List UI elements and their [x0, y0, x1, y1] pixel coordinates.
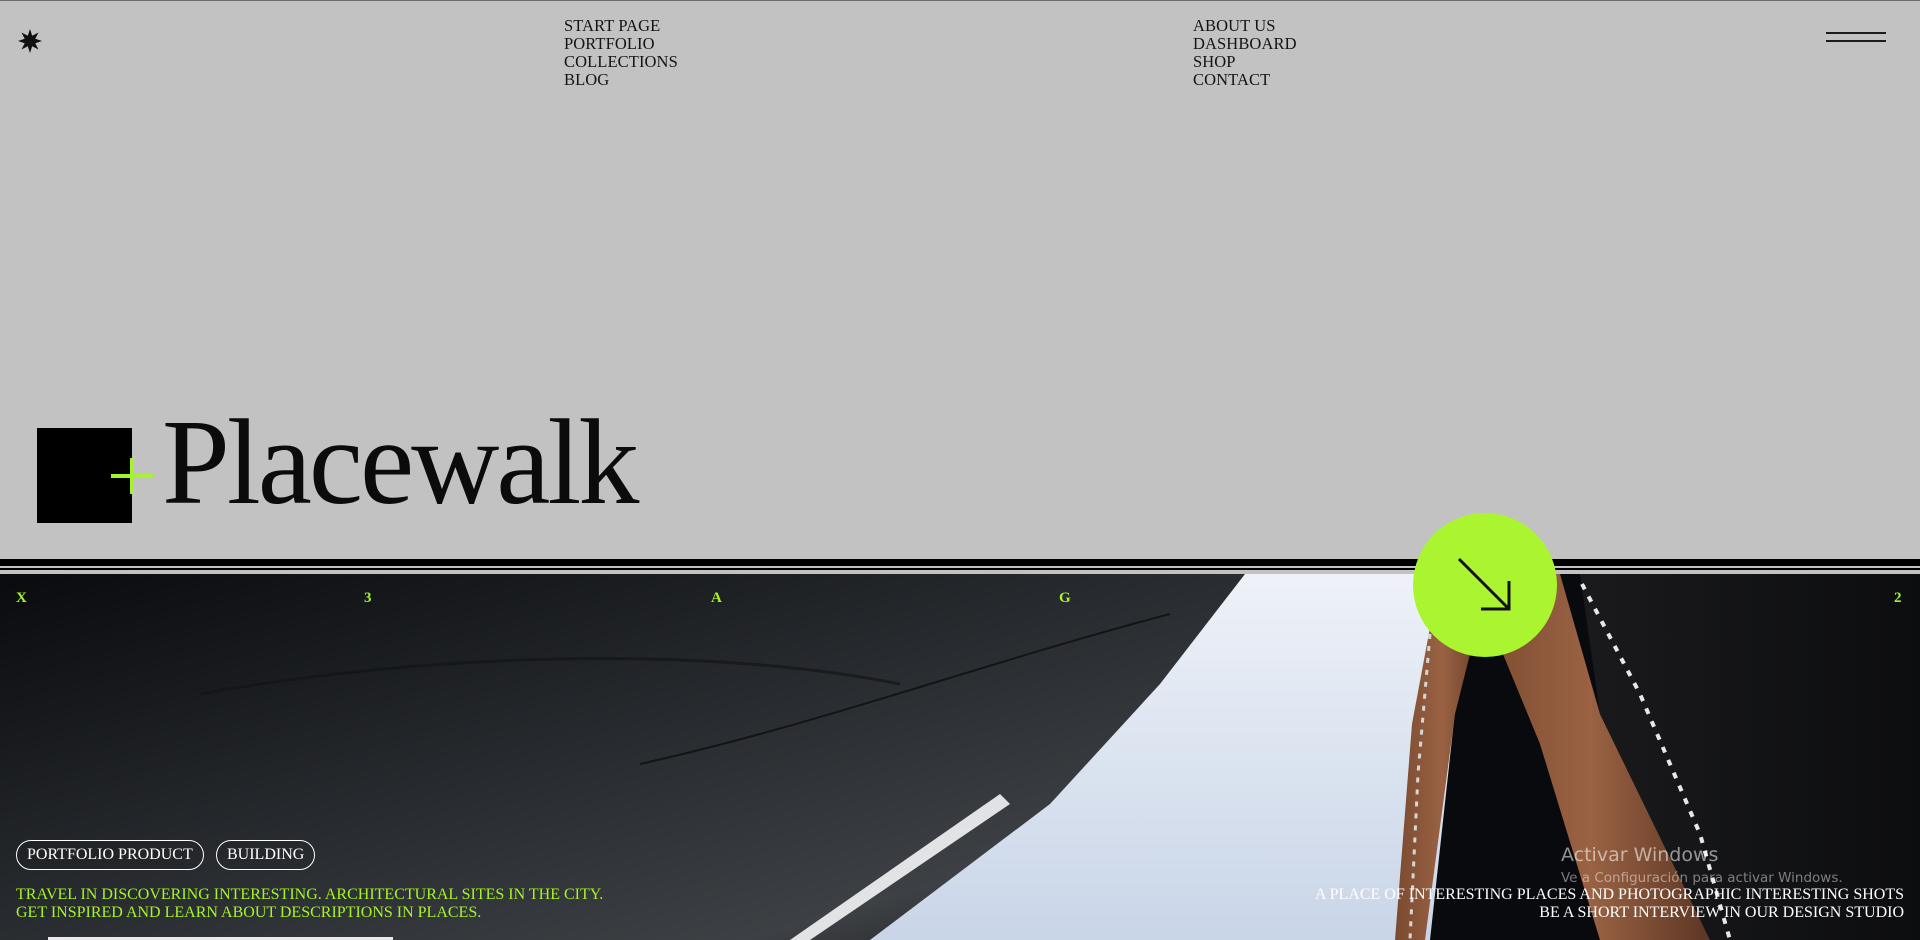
- nav-about-us[interactable]: ABOUT US: [1193, 17, 1297, 35]
- top-border: [0, 0, 1920, 1]
- nav-primary: START PAGE PORTFOLIO COLLECTIONS BLOG: [564, 17, 678, 89]
- hero-description-left: TRAVEL IN DISCOVERING INTERESTING. ARCHI…: [16, 886, 656, 922]
- nav-contact[interactable]: CONTACT: [1193, 71, 1297, 89]
- windows-activation-subtitle: Ve a Configuración para activar Windows.: [1561, 870, 1843, 886]
- arrow-down-right-icon: [1457, 557, 1511, 611]
- hero-marker: A: [711, 590, 722, 606]
- description-line: BE A SHORT INTERVIEW IN OUR DESIGN STUDI…: [1539, 904, 1904, 921]
- nav-dashboard[interactable]: DASHBOARD: [1193, 35, 1297, 53]
- hero-photo-section: X 3 A G 2 PORTFOLIO PRODUCT BUILDING Act…: [0, 574, 1920, 940]
- menu-line: [1826, 32, 1886, 34]
- divider-thin: [0, 568, 1920, 570]
- hero-marker: 2: [1894, 590, 1902, 606]
- hamburger-menu-icon[interactable]: [1826, 30, 1888, 46]
- description-line: GET INSPIRED AND LEARN ABOUT DESCRIPTION…: [16, 904, 482, 921]
- nav-shop[interactable]: SHOP: [1193, 53, 1297, 71]
- description-line: TRAVEL IN DISCOVERING INTERESTING. ARCHI…: [16, 886, 604, 903]
- hero-marker: X: [16, 590, 27, 606]
- nav-secondary: ABOUT US DASHBOARD SHOP CONTACT: [1193, 17, 1297, 89]
- menu-line: [1826, 40, 1886, 42]
- tag-building[interactable]: BUILDING: [216, 840, 316, 870]
- scroll-down-button[interactable]: [1413, 513, 1557, 657]
- plus-icon: [111, 458, 153, 494]
- tag-portfolio-product[interactable]: PORTFOLIO PRODUCT: [16, 840, 204, 870]
- nav-collections[interactable]: COLLECTIONS: [564, 53, 678, 71]
- windows-activation-title: Activar Windows: [1561, 844, 1719, 866]
- hero-marker: 3: [364, 590, 372, 606]
- description-line: A PLACE OF INTERESTING PLACES AND PHOTOG…: [1314, 886, 1904, 903]
- brand-title: Placewalk: [162, 395, 639, 530]
- hero-description-right: A PLACE OF INTERESTING PLACES AND PHOTOG…: [1264, 886, 1904, 922]
- hero-marker: G: [1059, 590, 1071, 606]
- divider-thick: [0, 559, 1920, 566]
- nav-start-page[interactable]: START PAGE: [564, 17, 678, 35]
- nav-blog[interactable]: BLOG: [564, 71, 678, 89]
- nav-portfolio[interactable]: PORTFOLIO: [564, 35, 678, 53]
- star-logo-icon[interactable]: [18, 29, 42, 53]
